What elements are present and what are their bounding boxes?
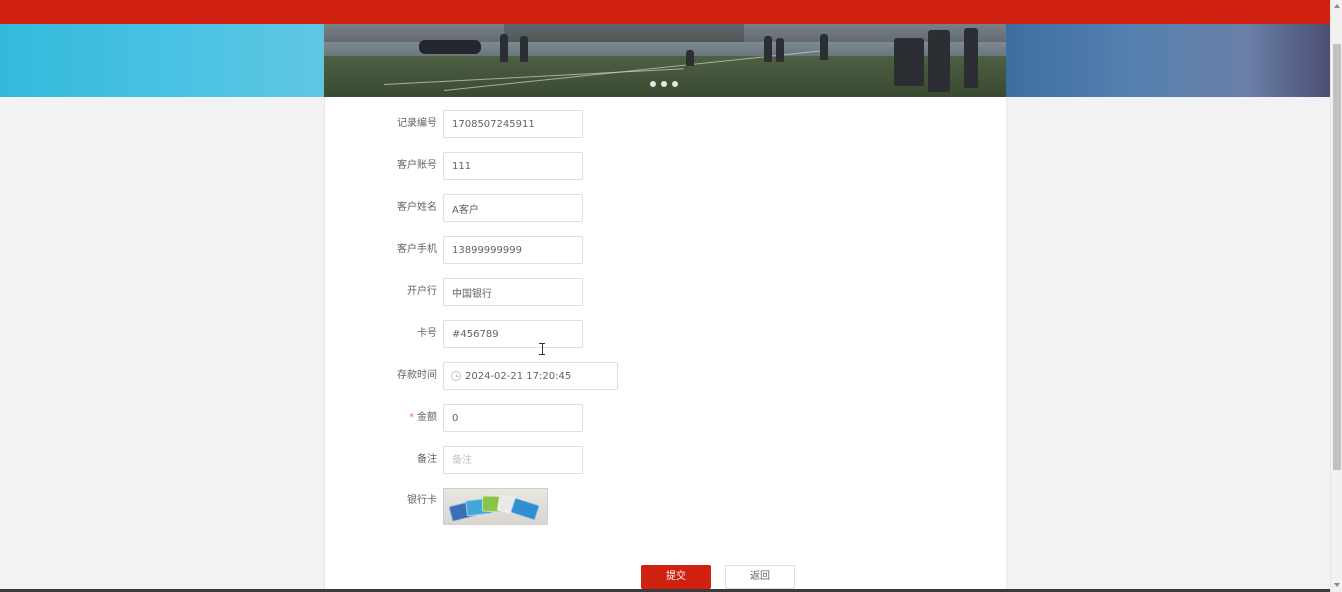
customer-phone-label: 客户手机 [397,244,437,255]
text-cursor-icon [539,343,545,355]
banner-person [894,38,924,86]
record-no-input[interactable] [443,110,583,138]
banner-person [764,36,772,62]
top-header-bar [0,0,1330,24]
form-row-customer-phone: 客户手机 [325,236,1008,264]
remark-input[interactable] [443,446,583,474]
form-panel: 记录编号 客户账号 客户姓名 客户手机 开户行 卡号 存款时间 *金额 备注 银… [324,97,1007,592]
form-row-record-no: 记录编号 [325,110,1008,138]
amount-label-text: 金额 [417,412,437,423]
submit-button[interactable]: 提交 [641,565,711,589]
scroll-thumb[interactable] [1333,44,1341,470]
banner-person [820,34,828,60]
carousel-indicators [650,81,680,89]
customer-account-label: 客户账号 [397,160,437,171]
carousel-dot[interactable] [650,81,656,87]
form-row-remark: 备注 [325,446,1008,474]
form-row-amount: * 金额 [325,404,1008,432]
banner-right-strip [1006,24,1330,97]
scroll-down-icon[interactable] [1334,583,1340,587]
banner-person [776,38,784,62]
carousel-dot[interactable] [661,81,667,87]
deposit-time-label: 存款时间 [397,370,437,381]
card-no-input[interactable] [443,320,583,348]
scroll-up-icon[interactable] [1334,4,1340,8]
record-no-label: 记录编号 [397,118,437,129]
clock-icon [451,371,461,381]
amount-input[interactable] [443,404,583,432]
banner-person [928,30,950,92]
amount-label: * 金额 [365,404,437,432]
form-row-customer-account: 客户账号 [325,152,1008,180]
banner-car [419,40,481,54]
bank-label: 开户行 [407,286,437,297]
customer-account-input[interactable] [443,152,583,180]
bank-card-label: 银行卡 [407,495,437,506]
banner-person [964,28,978,88]
form-row-card-no: 卡号 [325,320,1008,348]
banner-person [500,34,508,62]
card-no-label: 卡号 [417,328,437,339]
customer-name-label: 客户姓名 [397,202,437,213]
customer-name-input[interactable] [443,194,583,222]
remark-label: 备注 [417,454,437,465]
carousel-dot[interactable] [672,81,678,87]
page-scrollbar[interactable] [1330,0,1342,592]
banner-carousel-image [324,24,1006,97]
form-row-customer-name: 客户姓名 [325,194,1008,222]
banner-person [686,50,694,66]
form-row-deposit-time: 存款时间 [325,362,1008,390]
banner-left-strip [0,24,324,97]
card-thumbnail [510,497,540,521]
banner-person [520,36,528,62]
back-button[interactable]: 返回 [725,565,795,589]
bank-card-image[interactable] [443,488,548,525]
form-row-bank: 开户行 [325,278,1008,306]
deposit-time-picker[interactable] [443,362,618,390]
customer-phone-input[interactable] [443,236,583,264]
form-row-bank-card: 银行卡 [325,488,1008,525]
bank-input[interactable] [443,278,583,306]
required-star: * [409,412,414,423]
